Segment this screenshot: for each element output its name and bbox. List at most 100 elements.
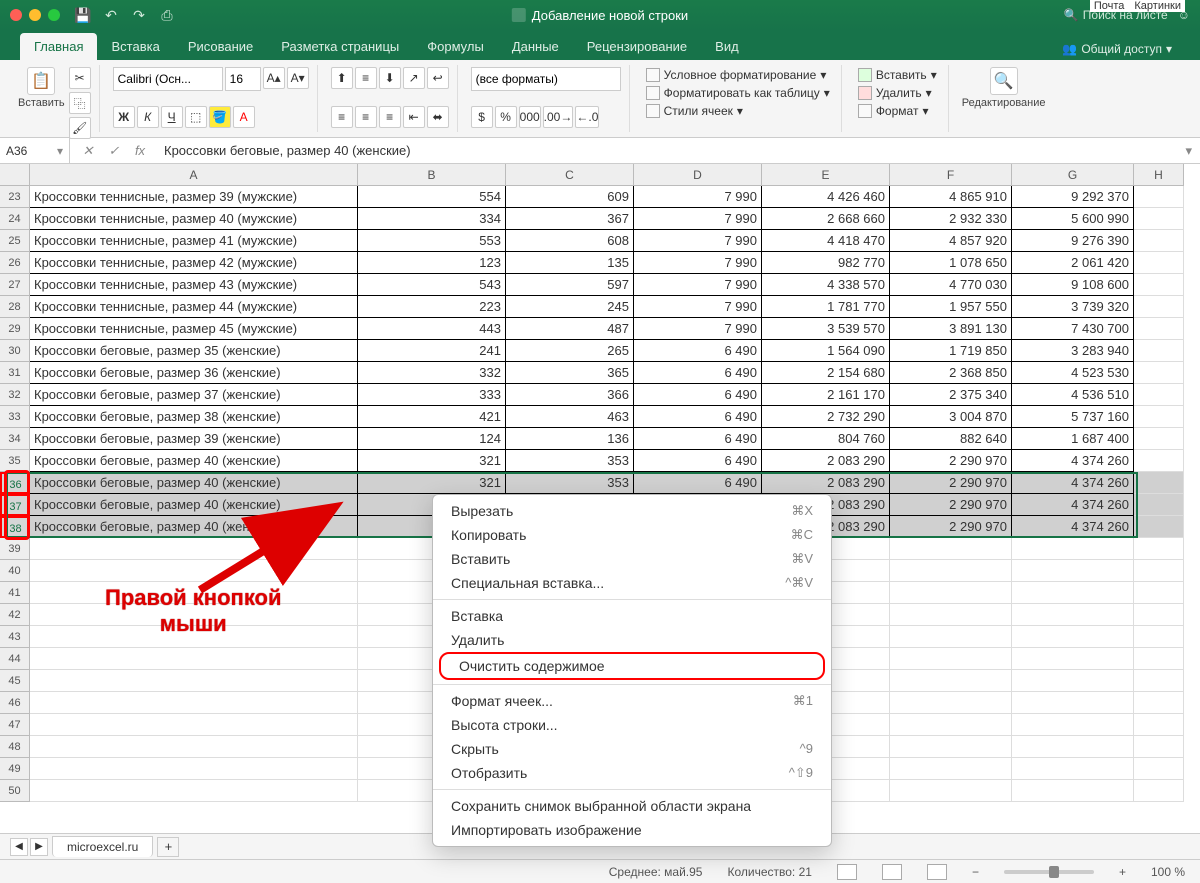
expand-formula-icon[interactable]: ▾	[1177, 143, 1200, 159]
ribbon-tab[interactable]: Вставка	[97, 33, 173, 60]
cell[interactable]	[1134, 758, 1184, 780]
cell[interactable]: 4 536 510	[1012, 384, 1134, 406]
cell[interactable]: 7 990	[634, 274, 762, 296]
cell[interactable]: 2 083 290	[762, 450, 890, 472]
cell[interactable]	[890, 538, 1012, 560]
tab-nav-prev-icon[interactable]: ◀	[10, 838, 28, 856]
cell[interactable]: Кроссовки беговые, размер 35 (женские)	[30, 340, 358, 362]
cell-styles-button[interactable]: Стили ячеек ▾	[643, 103, 833, 119]
cell[interactable]	[1134, 252, 1184, 274]
context-menu-item[interactable]: Вставка	[433, 604, 831, 628]
select-all-corner[interactable]	[0, 164, 30, 186]
view-normal-icon[interactable]	[837, 864, 857, 880]
cell[interactable]	[1012, 670, 1134, 692]
cell[interactable]: 3 539 570	[762, 318, 890, 340]
format-cells-button[interactable]: Формат ▾	[855, 103, 940, 119]
cell[interactable]: 3 004 870	[890, 406, 1012, 428]
cell[interactable]	[890, 670, 1012, 692]
cell[interactable]: 6 490	[634, 362, 762, 384]
cell[interactable]: 1 687 400	[1012, 428, 1134, 450]
cell[interactable]	[1134, 516, 1184, 538]
row-header[interactable]: 38	[0, 516, 30, 538]
cell[interactable]: 136	[506, 428, 634, 450]
delete-cells-button[interactable]: Удалить ▾	[855, 85, 940, 101]
cell[interactable]: 2 668 660	[762, 208, 890, 230]
context-menu-item[interactable]: Сохранить снимок выбранной области экран…	[433, 794, 831, 818]
zoom-out-icon[interactable]: −	[972, 865, 979, 879]
cell[interactable]: 463	[506, 406, 634, 428]
cell[interactable]: 982 770	[762, 252, 890, 274]
cell[interactable]	[1012, 626, 1134, 648]
cell[interactable]: 7 990	[634, 186, 762, 208]
sheet-tab[interactable]: microexcel.ru	[52, 836, 153, 857]
decrease-decimal-icon[interactable]: ←.0	[575, 106, 599, 128]
cell[interactable]: 2 732 290	[762, 406, 890, 428]
cell[interactable]	[890, 736, 1012, 758]
align-center-icon[interactable]: ≡	[355, 106, 377, 128]
cell[interactable]	[890, 626, 1012, 648]
cell[interactable]: 5 600 990	[1012, 208, 1134, 230]
cell[interactable]	[1012, 714, 1134, 736]
tab-nav-next-icon[interactable]: ▶	[30, 838, 48, 856]
conditional-formatting-button[interactable]: Условное форматирование ▾	[643, 67, 833, 83]
cell[interactable]: 245	[506, 296, 634, 318]
minimize-window-icon[interactable]	[29, 9, 41, 21]
cell[interactable]: 333	[358, 384, 506, 406]
cell[interactable]	[1134, 648, 1184, 670]
wrap-text-icon[interactable]: ↩	[427, 67, 449, 89]
column-header[interactable]: B	[358, 164, 506, 186]
row-header[interactable]: 50	[0, 780, 30, 802]
context-menu-item[interactable]: Скрыть^9	[433, 737, 831, 761]
align-right-icon[interactable]: ≡	[379, 106, 401, 128]
cell[interactable]	[1134, 318, 1184, 340]
column-header[interactable]: A	[30, 164, 358, 186]
cell[interactable]	[1012, 692, 1134, 714]
cell[interactable]: 554	[358, 186, 506, 208]
cell[interactable]	[1012, 582, 1134, 604]
cell[interactable]: 4 865 910	[890, 186, 1012, 208]
font-name-combo[interactable]	[113, 67, 223, 91]
cell[interactable]: 2 932 330	[890, 208, 1012, 230]
context-menu-item[interactable]: Отобразить^⇧9	[433, 761, 831, 785]
cell[interactable]	[890, 758, 1012, 780]
redo-icon[interactable]: ↷	[131, 7, 147, 23]
currency-icon[interactable]: $	[471, 106, 493, 128]
column-header[interactable]: F	[890, 164, 1012, 186]
cell[interactable]	[1012, 538, 1134, 560]
cell[interactable]	[1134, 538, 1184, 560]
cell[interactable]: 882 640	[890, 428, 1012, 450]
cell[interactable]: 7 990	[634, 252, 762, 274]
zoom-slider[interactable]	[1004, 870, 1094, 874]
cell[interactable]: 2 061 420	[1012, 252, 1134, 274]
align-top-icon[interactable]: ⬆	[331, 67, 353, 89]
comma-icon[interactable]: 000	[519, 106, 541, 128]
cell[interactable]	[890, 714, 1012, 736]
cell[interactable]: 597	[506, 274, 634, 296]
decrease-indent-icon[interactable]: ⇤	[403, 106, 425, 128]
cell[interactable]: 2 368 850	[890, 362, 1012, 384]
row-header[interactable]: 34	[0, 428, 30, 450]
cell[interactable]: 353	[506, 472, 634, 494]
column-header[interactable]: H	[1134, 164, 1184, 186]
cell[interactable]	[1134, 626, 1184, 648]
cell[interactable]: 366	[506, 384, 634, 406]
cell[interactable]	[1134, 670, 1184, 692]
cell[interactable]	[1134, 428, 1184, 450]
cell[interactable]: 4 374 260	[1012, 472, 1134, 494]
decrease-font-icon[interactable]: A▾	[287, 67, 309, 89]
cell[interactable]: Кроссовки беговые, размер 39 (женские)	[30, 428, 358, 450]
cell[interactable]: 804 760	[762, 428, 890, 450]
paste-button[interactable]: 📋 Вставить	[18, 67, 65, 109]
cell[interactable]: 7 990	[634, 230, 762, 252]
cell[interactable]	[1134, 274, 1184, 296]
ribbon-tab[interactable]: Формулы	[413, 33, 498, 60]
cell[interactable]: 223	[358, 296, 506, 318]
cell[interactable]: 4 374 260	[1012, 516, 1134, 538]
cell[interactable]: Кроссовки теннисные, размер 45 (мужские)	[30, 318, 358, 340]
orientation-icon[interactable]: ↗	[403, 67, 425, 89]
cell[interactable]: 543	[358, 274, 506, 296]
cut-icon[interactable]: ✂	[69, 67, 91, 89]
cell[interactable]: Кроссовки беговые, размер 38 (женские)	[30, 406, 358, 428]
cell[interactable]	[1134, 714, 1184, 736]
cell[interactable]: Кроссовки теннисные, размер 44 (мужские)	[30, 296, 358, 318]
